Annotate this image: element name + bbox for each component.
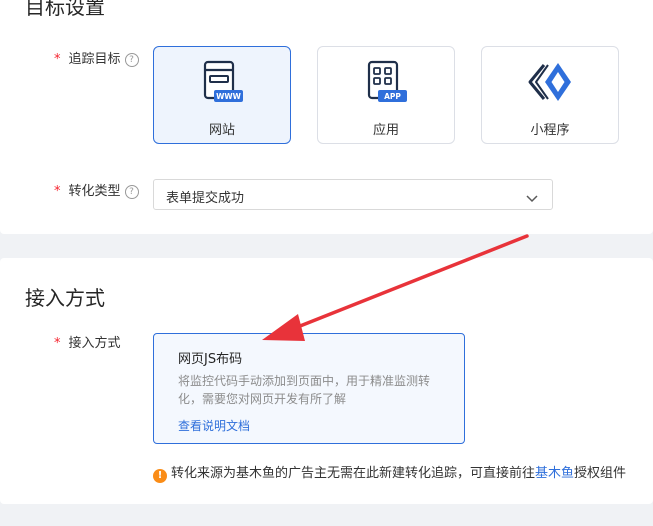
- conversion-type-select[interactable]: 表单提交成功: [153, 179, 553, 210]
- target-settings-card: 目标设置 * 追踪目标? WWW 网站 APP 应用 小程序 * 转化类型 ? …: [0, 0, 653, 234]
- conversion-type-label: * 转化类型?: [54, 184, 139, 200]
- required-mark: *: [54, 184, 61, 199]
- method-title: 网页JS布码: [178, 352, 243, 367]
- access-method-label: * 接入方式: [54, 336, 121, 351]
- tile-label-website: 网站: [208, 123, 235, 138]
- required-mark: *: [54, 52, 61, 67]
- view-docs-link[interactable]: 查看说明文档: [178, 417, 250, 434]
- notice-text: ! 转化来源为基木鱼的广告主无需在此新建转化追踪，可直接前往基木鱼授权组件: [153, 462, 626, 483]
- website-icon: WWW: [200, 59, 244, 110]
- tile-website[interactable]: WWW 网站: [153, 46, 291, 144]
- tile-label-mini-program: 小程序: [530, 123, 570, 138]
- help-icon[interactable]: ?: [124, 185, 139, 199]
- method-description: 将监控代码手动添加到页面中，用于精准监测转化，需要您对网页开发有所了解: [178, 374, 431, 406]
- mini-program-icon: [524, 59, 576, 110]
- section-title-access: 接入方式: [25, 286, 105, 310]
- track-target-label: * 追踪目标?: [54, 52, 139, 68]
- tile-badge-app: APP: [384, 92, 401, 101]
- conversion-type-value: 表单提交成功: [166, 191, 245, 206]
- jimuyu-link[interactable]: 基木鱼: [535, 466, 574, 481]
- help-icon[interactable]: ?: [124, 53, 139, 67]
- tile-label-app: 应用: [372, 123, 399, 138]
- method-option-js[interactable]: 网页JS布码 将监控代码手动添加到页面中，用于精准监测转化，需要您对网页开发有所…: [153, 333, 465, 444]
- required-mark: *: [54, 336, 61, 351]
- chevron-down-icon: [526, 190, 538, 208]
- tile-app[interactable]: APP 应用: [317, 46, 455, 144]
- section-title-target: 目标设置: [25, 0, 105, 19]
- tile-mini-program[interactable]: 小程序: [481, 46, 619, 144]
- warning-icon: !: [153, 469, 167, 483]
- tile-badge-www: WWW: [216, 92, 242, 101]
- app-icon: APP: [364, 59, 408, 110]
